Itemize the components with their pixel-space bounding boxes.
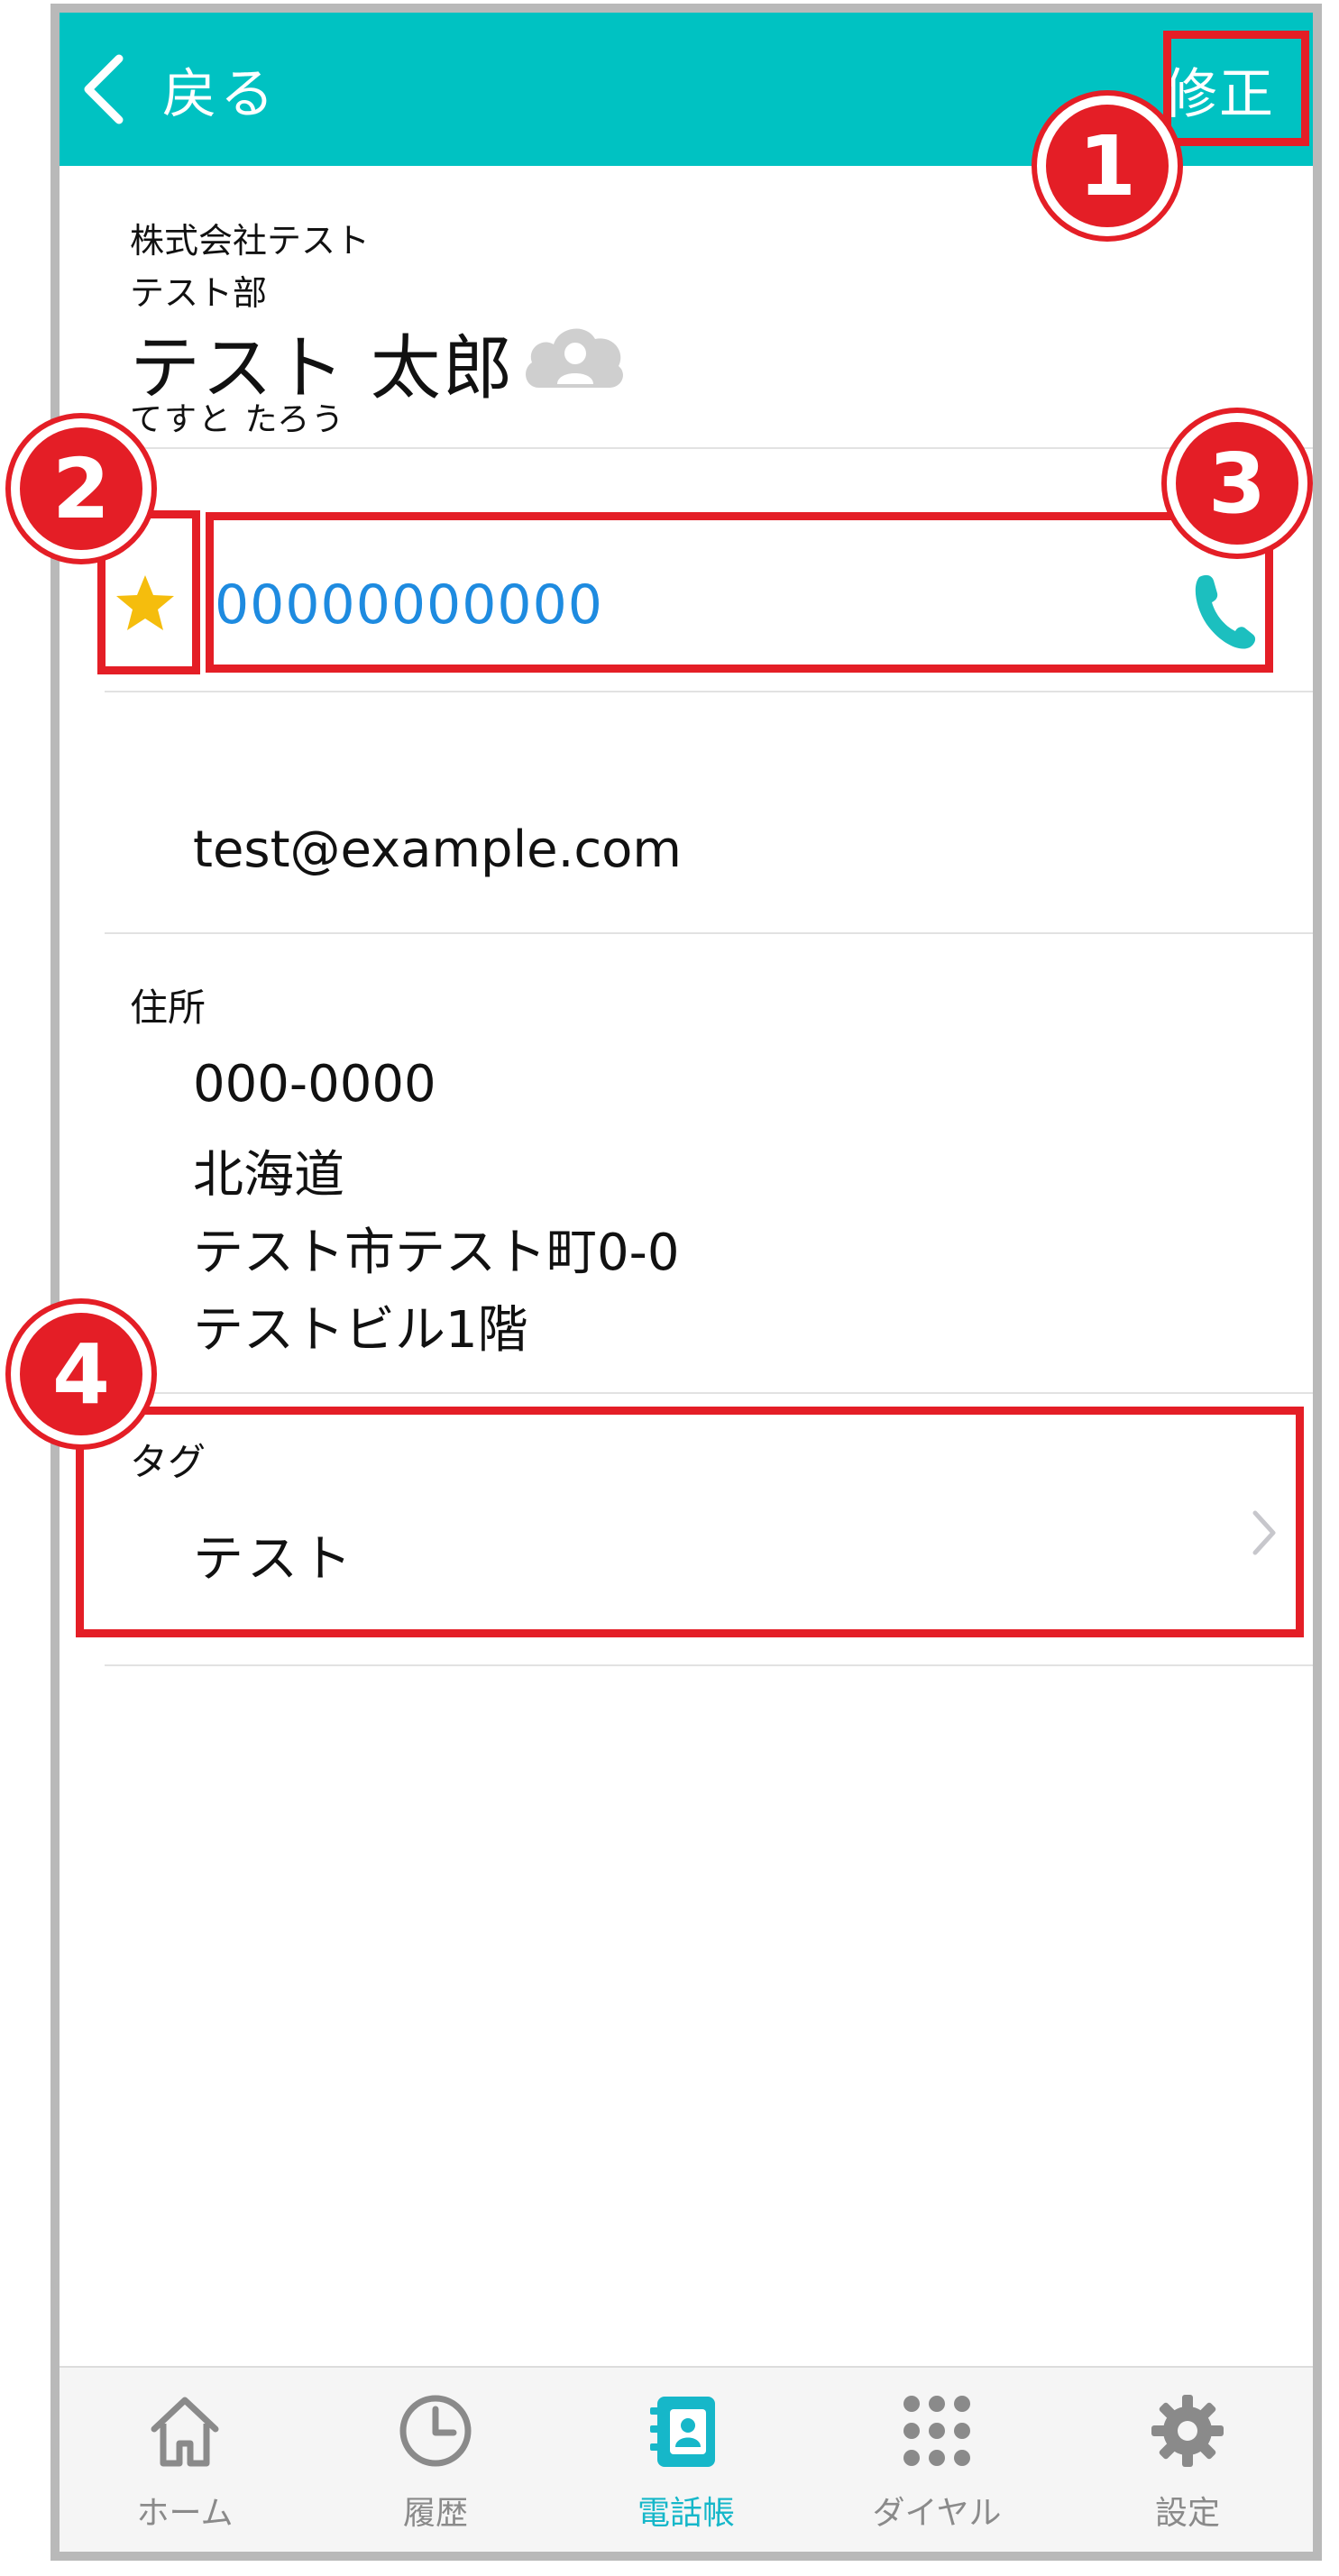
tab-label: ダイヤル (872, 2495, 1002, 2532)
divider (105, 1392, 1313, 1394)
tab-label: 履歴 (402, 2495, 468, 2532)
tab-bar: ホーム 履歴 電話帳 ダイヤル 設定 (60, 2366, 1313, 2552)
annotation-badge-3: 3 (1167, 413, 1307, 554)
back-button[interactable]: 戻る (79, 40, 278, 139)
back-label: 戻る (162, 62, 278, 126)
tab-settings[interactable]: 設定 (1062, 2368, 1313, 2552)
tab-phonebook[interactable]: 電話帳 (561, 2368, 812, 2552)
tab-label: 設定 (1154, 2495, 1220, 2532)
phone-screen: 戻る 修正 株式会社テスト テスト部 テスト 太郎 てすと たろう 000000… (50, 4, 1322, 2561)
gear-icon (1151, 2395, 1224, 2467)
address-prefecture: 北海道 (193, 1146, 344, 1205)
annotation-box-tag (76, 1407, 1304, 1637)
annotation-badge-1: 1 (1037, 96, 1178, 236)
divider (105, 1664, 1313, 1666)
chevron-left-icon (84, 54, 124, 124)
home-icon (151, 2397, 219, 2467)
cloud-contact-icon (526, 328, 623, 388)
annotation-box-phone (206, 512, 1273, 673)
address-label: 住所 (130, 985, 206, 1030)
divider (105, 932, 1313, 934)
tab-home[interactable]: ホーム (60, 2368, 310, 2552)
annotation-box-edit (1163, 31, 1309, 146)
clock-icon (399, 2395, 472, 2467)
email-link[interactable]: test@example.com (193, 820, 682, 879)
tab-label: ホーム (136, 2495, 234, 2532)
company-name: 株式会社テスト (130, 221, 371, 261)
address-city: テスト市テスト町0-0 (193, 1224, 680, 1282)
annotation-badge-4: 4 (11, 1304, 151, 1444)
divider (105, 447, 1313, 449)
department-name: テスト部 (130, 273, 268, 313)
phonebook-icon (650, 2397, 715, 2467)
contact-furigana: てすと たろう (130, 401, 346, 438)
tab-history[interactable]: 履歴 (310, 2368, 561, 2552)
annotation-badge-2: 2 (11, 418, 151, 559)
tab-label: 電話帳 (637, 2495, 735, 2532)
tab-dial[interactable]: ダイヤル (812, 2368, 1062, 2552)
address-postal-code: 000-0000 (193, 1055, 436, 1114)
divider (105, 691, 1313, 692)
address-building: テストビル1階 (193, 1301, 528, 1360)
dialpad-icon (903, 2396, 970, 2466)
